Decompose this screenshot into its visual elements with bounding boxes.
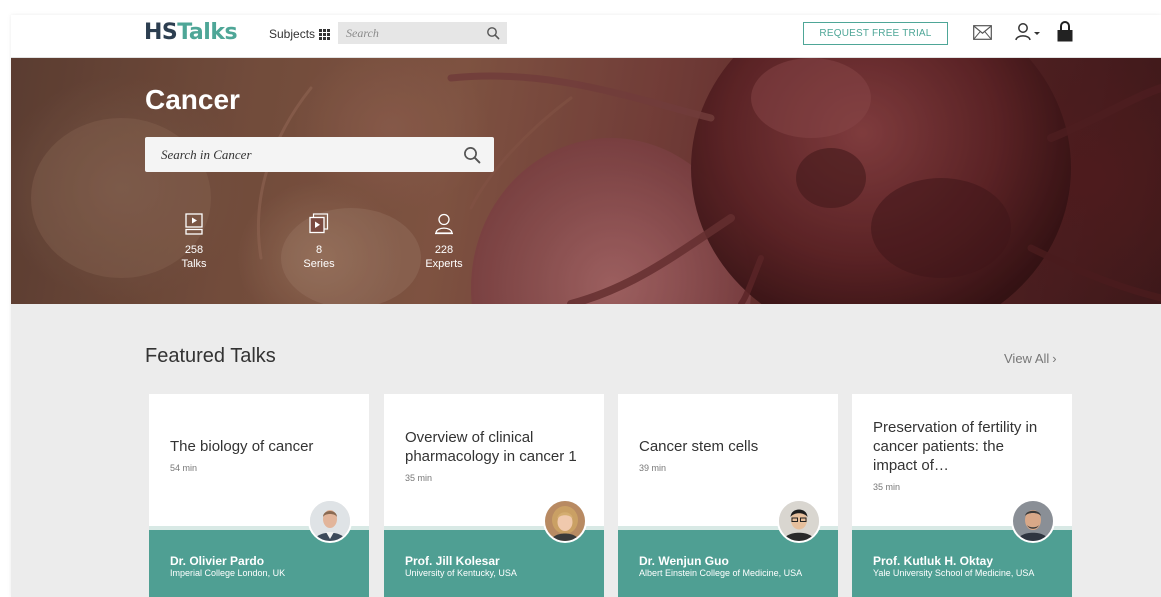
speaker-name[interactable]: Prof. Jill Kolesar	[405, 554, 583, 568]
speaker-name[interactable]: Prof. Kutluk H. Oktay	[873, 554, 1051, 568]
subjects-menu[interactable]: Subjects	[269, 27, 331, 41]
talk-title[interactable]: Overview of clinical pharmacology in can…	[405, 428, 583, 466]
speaker-name[interactable]: Dr. Wenjun Guo	[639, 554, 817, 568]
topic-search	[145, 137, 494, 172]
page-title: Cancer	[145, 84, 240, 115]
video-icon	[185, 213, 203, 235]
speaker-affiliation: Albert Einstein College of Medicine, USA	[639, 568, 803, 578]
stat-series-value: 8	[315, 244, 323, 256]
stat-talks-label: Talks	[181, 258, 207, 270]
speaker-avatar	[543, 499, 587, 543]
grid-icon	[319, 28, 331, 40]
top-navbar: HSTalks Subjects REQUEST FREE TRIAL	[11, 15, 1161, 58]
search-icon[interactable]	[463, 146, 481, 164]
subjects-label: Subjects	[269, 27, 316, 41]
speaker-affiliation: University of Kentucky, USA	[405, 568, 517, 578]
mail-icon[interactable]	[973, 25, 992, 40]
talk-duration: 35 min	[873, 482, 901, 492]
stat-experts-value: 228	[434, 244, 454, 256]
page-frame: HSTalks Subjects REQUEST FREE TRIAL	[11, 15, 1161, 597]
talk-title[interactable]: Preservation of fertility in cancer pati…	[873, 418, 1051, 475]
speaker-avatar	[1011, 499, 1055, 543]
speaker-avatar	[777, 499, 821, 543]
series-icon	[309, 213, 329, 234]
search-icon[interactable]	[486, 26, 500, 40]
stat-series[interactable]: 8 Series	[284, 213, 354, 271]
speaker-avatar	[308, 499, 352, 543]
talk-duration: 35 min	[405, 472, 433, 483]
stat-experts[interactable]: 228 Experts	[409, 213, 479, 271]
speaker-affiliation: Imperial College London, UK	[170, 568, 286, 578]
talk-card[interactable]: Overview of clinical pharmacology in can…	[384, 394, 604, 597]
talk-duration: 54 min	[170, 463, 198, 473]
hstalks-logo[interactable]: HSTalks	[144, 20, 238, 45]
view-all-link[interactable]: View All ›	[1004, 351, 1057, 366]
expert-icon	[435, 213, 453, 235]
talk-title[interactable]: Cancer stem cells	[639, 437, 817, 456]
featured-talks-heading: Featured Talks	[145, 345, 276, 367]
header-search-input[interactable]	[338, 22, 507, 44]
talk-title[interactable]: The biology of cancer	[170, 437, 348, 456]
topic-search-input[interactable]	[145, 137, 494, 172]
user-icon[interactable]	[1015, 22, 1041, 42]
stat-talks-value: 258	[184, 244, 204, 256]
talk-duration: 39 min	[639, 463, 667, 473]
chevron-right-icon: ›	[1052, 351, 1057, 366]
stat-talks[interactable]: 258 Talks	[159, 213, 229, 271]
talk-card[interactable]: The biology of cancer 54 min Dr. Olivier…	[149, 394, 369, 597]
speaker-affiliation: Yale University School of Medicine, USA	[873, 568, 1035, 578]
hero-banner: Cancer 258 Talks 8 Series	[11, 58, 1161, 304]
talk-card[interactable]: Preservation of fertility in cancer pati…	[852, 394, 1072, 597]
speaker-name[interactable]: Dr. Olivier Pardo	[170, 554, 348, 568]
stat-experts-label: Experts	[425, 258, 463, 270]
request-free-trial-button[interactable]: REQUEST FREE TRIAL	[803, 22, 948, 45]
header-search	[338, 22, 507, 44]
lock-icon[interactable]	[1057, 20, 1073, 42]
talk-card[interactable]: Cancer stem cells 39 min Dr. Wenjun Guo …	[618, 394, 838, 597]
stat-series-label: Series	[303, 258, 335, 270]
